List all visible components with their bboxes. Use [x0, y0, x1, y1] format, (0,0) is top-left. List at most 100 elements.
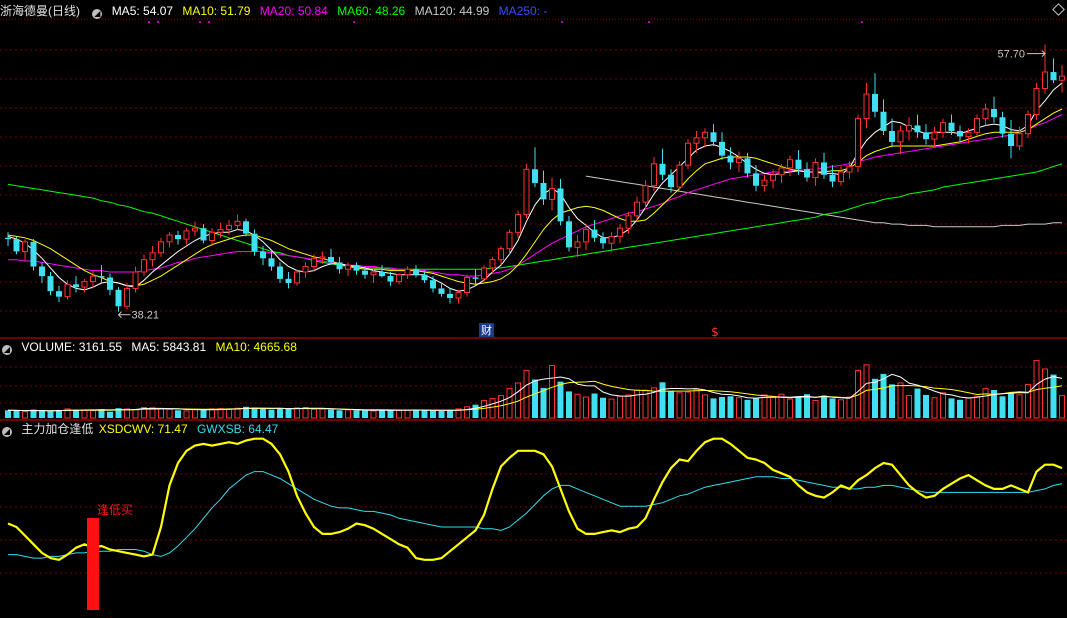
volume-bar [285, 408, 292, 418]
volume-bar [999, 396, 1006, 418]
candle-body [770, 174, 776, 181]
candle-body [617, 227, 623, 237]
volume-bar [914, 388, 921, 418]
candle-body [532, 169, 538, 183]
volume-bar [982, 388, 989, 419]
candle-body [710, 132, 717, 142]
candle-body [472, 277, 479, 279]
volume-bar [923, 394, 929, 418]
candle-body [175, 235, 181, 240]
candle-body [498, 248, 504, 261]
candle-body [141, 259, 147, 273]
candle-body [889, 130, 895, 142]
volume-bar [489, 397, 496, 419]
volume-bar [906, 395, 912, 419]
volume-bar [175, 410, 181, 418]
stock-name-label: 浙海德曼(日线) [0, 4, 80, 18]
candle-body [73, 284, 79, 288]
candle-body [243, 221, 249, 234]
volume-bar [387, 410, 394, 418]
chart-stage: 逢低买 57.70 38.21 财 $ 浙海德曼(日线) ◢ MA5: 54.07 MA… [0, 0, 1067, 613]
candle-body [566, 221, 572, 248]
volume-bar [183, 410, 190, 419]
candle-body [336, 262, 343, 270]
volume-bar [158, 408, 164, 419]
candle-body [753, 173, 759, 186]
candle-body [396, 274, 402, 283]
candle-body [1042, 71, 1048, 89]
volume-bar [268, 409, 275, 418]
candle-body [778, 167, 785, 176]
volume-bar [107, 411, 113, 418]
candle-body [736, 157, 742, 163]
volume-bar [47, 411, 54, 418]
candle-body [353, 265, 360, 271]
volume-bar [668, 391, 674, 418]
candle-body [668, 174, 674, 188]
volume-bar [379, 409, 385, 418]
candle-body [999, 117, 1006, 134]
gwxsb-line [8, 471, 1063, 559]
buy-signal-bar [87, 518, 99, 610]
candle-body [430, 280, 436, 289]
candle-body [107, 277, 113, 290]
candle-body [795, 159, 802, 170]
candle-body [863, 93, 870, 120]
volume-bar [897, 382, 904, 419]
candle-body [787, 159, 793, 169]
candle-body [642, 185, 649, 203]
volume-bar [421, 410, 428, 418]
candle-body [379, 272, 385, 277]
ma10-line [7, 108, 1063, 287]
candle-body [260, 251, 266, 259]
candle-body [234, 220, 241, 226]
candle-body [447, 293, 453, 299]
volume-bar [336, 410, 343, 418]
candle-body [166, 234, 173, 243]
price-panel-header: 浙海德曼(日线) ◢ MA5: 54.07 MA10: 51.79 MA20: … [0, 3, 553, 19]
candle-body [481, 267, 487, 280]
volume-bar [430, 410, 436, 418]
collapse-icon[interactable]: ◢ [2, 427, 12, 437]
candle-body [209, 231, 215, 241]
candle-body [1033, 87, 1040, 116]
volume-bar [591, 393, 598, 418]
volume-bar [838, 399, 844, 419]
volume-bar [438, 411, 445, 418]
volume-bar [727, 396, 734, 418]
volume-bar [948, 398, 955, 418]
candle-body [914, 125, 921, 133]
candle-body [846, 166, 853, 173]
candle-body [421, 274, 428, 281]
candle-body [948, 122, 955, 131]
gwxsb-label: GWXSB: 64.47 [196, 422, 279, 436]
volume-bar [362, 410, 368, 418]
volume-bar [634, 389, 640, 419]
volume-bar [583, 396, 589, 419]
indicator-name-label: 主力加仓逢低 [21, 422, 94, 436]
candle-body [183, 230, 190, 240]
volume-bar [209, 408, 215, 419]
volume-bar [770, 396, 776, 419]
candle-body [489, 259, 496, 269]
candle-body [98, 276, 105, 278]
candle-body [413, 269, 419, 275]
candle-body [651, 163, 657, 187]
candle-body [294, 271, 300, 284]
event-dot [199, 21, 201, 23]
volume-bar [73, 409, 79, 418]
candle-body [370, 271, 377, 276]
candle-body [226, 224, 232, 231]
indicator-panel-header: ◢ 主力加仓逢低 XSDCWV: 71.47 GWXSB: 64.47 [0, 421, 284, 437]
collapse-icon[interactable]: ◢ [2, 345, 12, 355]
candle-body [727, 155, 734, 163]
event-dot [561, 21, 563, 23]
ma10-label: MA10: 51.79 [182, 4, 251, 18]
volume-bar [345, 409, 351, 419]
candle-body [608, 235, 615, 244]
collapse-icon[interactable]: ◢ [92, 9, 103, 19]
low-price-label: 38.21 [132, 310, 160, 322]
event-dot [157, 21, 159, 23]
candle-body [540, 182, 547, 200]
candle-body [804, 169, 810, 178]
